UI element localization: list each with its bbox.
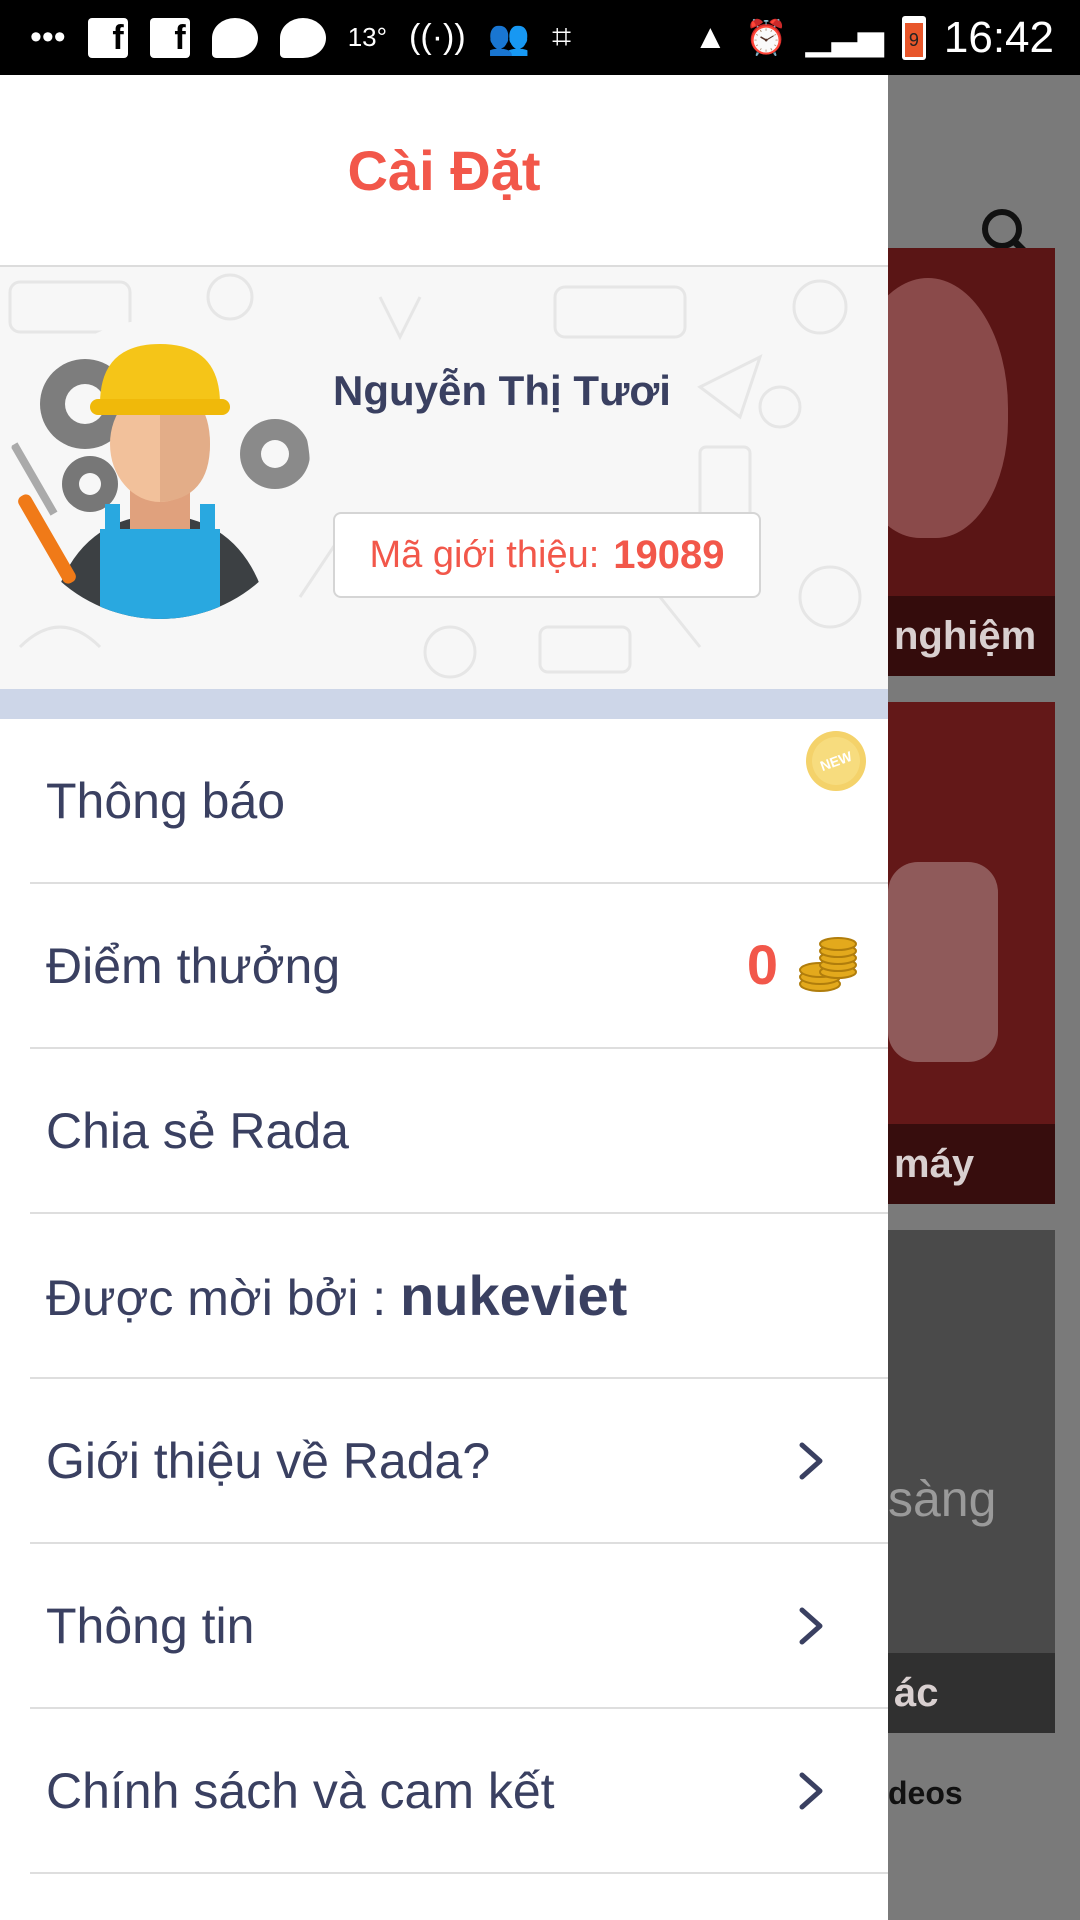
- menu-item-share[interactable]: Chia sẻ Rada: [30, 1049, 888, 1214]
- hotspot-icon: ((·)): [409, 18, 466, 56]
- temperature-text: 13°: [347, 22, 388, 52]
- chevron-right-icon: [799, 1607, 823, 1644]
- avatar[interactable]: [10, 319, 310, 619]
- messenger-icon: [211, 17, 258, 58]
- menu-item-invited-by[interactable]: Được mời bởi : nukeviet: [30, 1214, 888, 1379]
- card-caption: nghiệm: [888, 596, 1055, 676]
- navigation-icon: ▲: [693, 18, 728, 56]
- menu-item-label: Thông tin: [46, 1597, 255, 1654]
- bottom-tab-videos[interactable]: deos: [888, 1775, 963, 1812]
- clock: 16:42: [943, 12, 1054, 62]
- menu-item-policy[interactable]: Chính sách và cam kết: [30, 1709, 888, 1874]
- group-icon: 👥: [487, 18, 531, 57]
- menu-item-notifications[interactable]: Thông báo NEW: [30, 719, 888, 884]
- background-card[interactable]: sàng ác: [888, 1230, 1055, 1733]
- battery-icon: 9: [901, 15, 926, 60]
- menu-item-label: Được mời bởi : nukeviet: [30, 1263, 627, 1328]
- facebook-icon: f: [87, 17, 128, 58]
- menu-item-info[interactable]: Thông tin: [30, 1544, 888, 1709]
- drawer-title: Cài Đặt: [0, 75, 888, 267]
- crop-icon: ⌗: [552, 18, 572, 56]
- background-card[interactable]: nghiệm: [888, 248, 1055, 676]
- menu-item-label: Điểm thưởng: [46, 937, 341, 994]
- card-image: [888, 278, 1008, 538]
- chevron-right-icon: [799, 1772, 823, 1809]
- menu-item-label: Chính sách và cam kết: [46, 1762, 555, 1819]
- new-badge-icon: NEW: [806, 731, 866, 791]
- menu-item-about[interactable]: Giới thiệu về Rada?: [30, 1379, 888, 1544]
- menu-item-label: Giới thiệu về Rada?: [46, 1432, 491, 1489]
- chevron-right-icon: [799, 1442, 823, 1479]
- signal-icon: ▁▃▅: [805, 18, 884, 57]
- card-text: sàng: [888, 1471, 997, 1527]
- referral-code: 19089: [613, 532, 725, 577]
- messenger-icon: [279, 17, 326, 58]
- settings-drawer: Cài Đặt Nguyễn Thị Tươi Mã giới thiệu: 1…: [0, 75, 888, 1920]
- status-bar: ••• f f 13° ((·)) 👥 ⌗ ▲ ⏰ ▁▃▅ 9 16:42: [0, 0, 1080, 75]
- facebook-icon: f: [149, 17, 190, 58]
- points-value: 0: [746, 932, 778, 996]
- menu-item-label: Thông báo: [46, 772, 286, 829]
- points-display: 0: [747, 932, 860, 997]
- referral-code-box[interactable]: Mã giới thiệu: 19089: [333, 512, 761, 598]
- card-caption: ác: [888, 1653, 1055, 1733]
- section-divider: [0, 689, 888, 719]
- alarm-icon: ⏰: [745, 18, 788, 57]
- menu-item-label: Chia sẻ Rada: [46, 1102, 349, 1159]
- battery-level: 9: [904, 22, 923, 57]
- user-name: Nguyễn Thị Tươi: [333, 367, 671, 414]
- menu-item-reward-points[interactable]: Điểm thưởng 0: [30, 884, 888, 1049]
- referral-label: Mã giới thiệu:: [369, 533, 600, 576]
- more-icon: •••: [30, 18, 66, 56]
- invited-by-value: nukeviet: [400, 1264, 628, 1327]
- card-image: [888, 862, 998, 1062]
- card-caption: máy: [888, 1124, 1055, 1204]
- background-card[interactable]: máy: [888, 702, 1055, 1204]
- invited-by-label: Được mời bởi :: [46, 1270, 401, 1326]
- coins-icon: [799, 937, 857, 992]
- profile-header: Nguyễn Thị Tươi Mã giới thiệu: 19089: [0, 267, 888, 689]
